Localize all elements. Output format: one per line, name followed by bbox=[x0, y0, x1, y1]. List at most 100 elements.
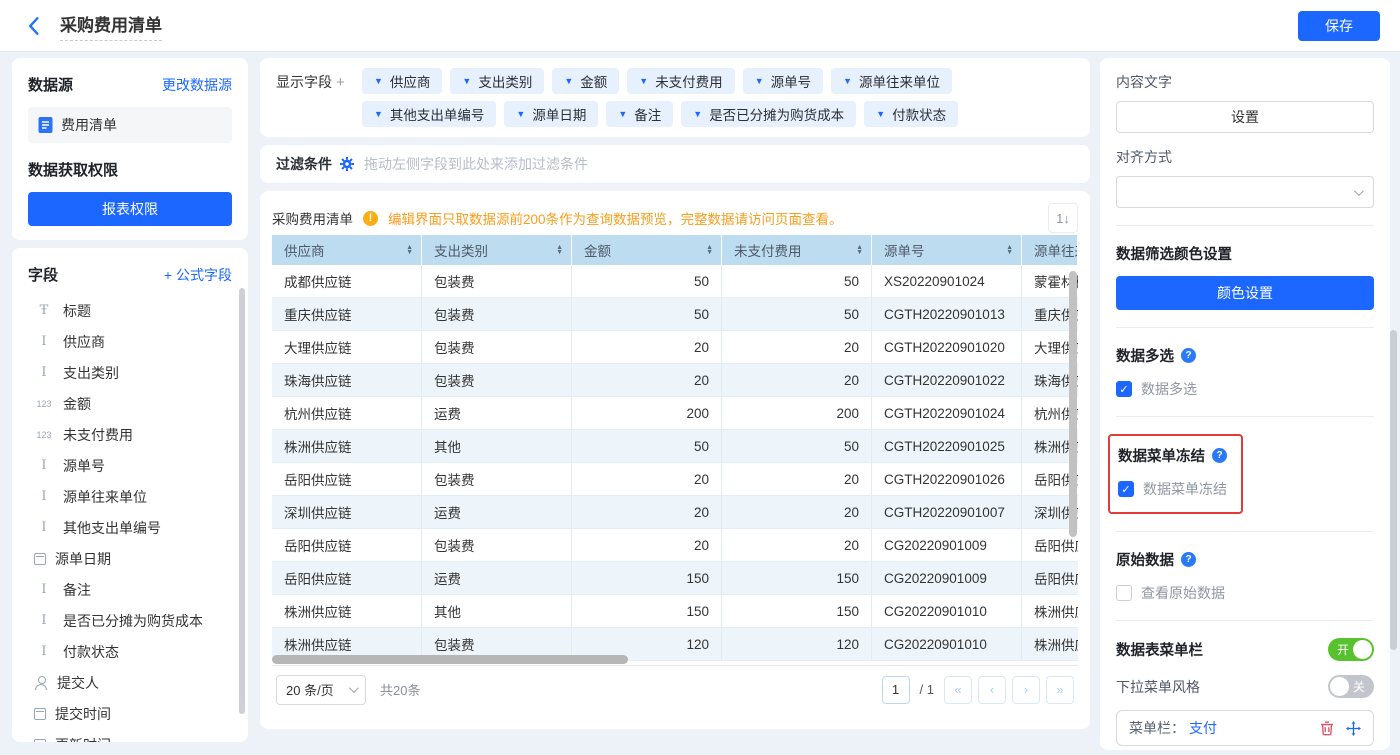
field-item[interactable]: 供应商 bbox=[28, 326, 232, 357]
prev-page-button[interactable]: ‹ bbox=[978, 675, 1006, 704]
title-icon bbox=[34, 303, 54, 318]
sort-icon[interactable]: ▲ ▼ bbox=[706, 244, 713, 256]
caret-down-icon: ▼ bbox=[564, 76, 574, 86]
datasource-item[interactable]: 费用清单 bbox=[28, 107, 232, 143]
back-icon[interactable] bbox=[20, 13, 46, 39]
table-row[interactable]: 岳阳供应链运费150150CG20220901009岳阳供应链 bbox=[272, 562, 1078, 595]
page-size-select[interactable]: 20 条/页 bbox=[276, 674, 366, 705]
field-item-label: 付款状态 bbox=[63, 643, 119, 660]
field-item[interactable]: 提交时间 bbox=[28, 698, 232, 729]
display-field-chip[interactable]: ▼ 支出类别 bbox=[450, 68, 545, 94]
table-cell: 20 bbox=[572, 463, 722, 496]
save-button[interactable]: 保存 bbox=[1298, 10, 1380, 41]
display-field-chip[interactable]: ▼ 供应商 bbox=[362, 68, 443, 94]
table-row[interactable]: 株洲供应链其他150150CG20220901010株洲供应链 bbox=[272, 595, 1078, 628]
table-cell: 包装费 bbox=[422, 331, 572, 364]
table-cell: 株洲供应链 bbox=[272, 595, 422, 628]
table-row[interactable]: 珠海供应链包装费2020CGTH20220901022珠海供应链 bbox=[272, 364, 1078, 397]
add-formula-field-link[interactable]: + 公式字段 bbox=[164, 265, 232, 285]
move-icon[interactable] bbox=[1346, 720, 1361, 736]
caret-down-icon: ▼ bbox=[374, 109, 383, 119]
report-permission-button[interactable]: 报表权限 bbox=[28, 192, 232, 226]
column-header[interactable]: 未支付费用 ▲ ▼ bbox=[722, 235, 872, 265]
display-field-chip[interactable]: ▼ 付款状态 bbox=[864, 101, 959, 127]
sort-icon[interactable]: ▲ ▼ bbox=[556, 244, 563, 256]
table-row[interactable]: 大理供应链包装费2020CGTH20220901020大理供应链 bbox=[272, 331, 1078, 364]
content-text-settings-button[interactable]: 设置 bbox=[1116, 101, 1374, 133]
table-row[interactable]: 株洲供应链其他5050CGTH20220901025株洲供应链 bbox=[272, 430, 1078, 463]
column-header[interactable]: 金额 ▲ ▼ bbox=[572, 235, 722, 265]
change-datasource-link[interactable]: 更改数据源 bbox=[162, 75, 232, 95]
table-horizontal-scrollbar[interactable] bbox=[272, 655, 628, 664]
fields-scrollbar[interactable] bbox=[239, 288, 245, 714]
document-icon bbox=[38, 117, 53, 133]
dropdown-style-toggle[interactable]: 关 bbox=[1328, 675, 1374, 698]
field-item[interactable]: 未支付费用 bbox=[28, 419, 232, 450]
table-row[interactable]: 杭州供应链运费200200CGTH20220901024杭州供应链 bbox=[272, 397, 1078, 430]
table-row[interactable]: 岳阳供应链包装费2020CG20220901009岳阳供应链 bbox=[272, 529, 1078, 562]
trash-icon[interactable] bbox=[1320, 721, 1334, 736]
number-icon bbox=[34, 399, 54, 409]
content-text-label: 内容文字 bbox=[1116, 74, 1172, 90]
help-icon[interactable]: ? bbox=[1212, 448, 1227, 463]
display-field-chip[interactable]: ▼ 其他支出单编号 bbox=[362, 101, 497, 127]
display-field-chip[interactable]: ▼ 是否已分摊为购货成本 bbox=[681, 101, 857, 127]
field-item[interactable]: 支出类别 bbox=[28, 357, 232, 388]
sort-icon[interactable]: ▲ ▼ bbox=[856, 244, 863, 256]
display-field-chip[interactable]: ▼ 源单号 bbox=[742, 68, 824, 94]
sort-icon[interactable]: ▲ ▼ bbox=[406, 244, 413, 256]
field-item[interactable]: 备注 bbox=[28, 574, 232, 605]
freeze-checkbox[interactable]: ✓ bbox=[1118, 481, 1134, 497]
table-row[interactable]: 深圳供应链运费2020CGTH20220901007深圳供应链 bbox=[272, 496, 1078, 529]
sort-icon[interactable]: ▲ ▼ bbox=[1006, 244, 1013, 256]
display-field-chip[interactable]: ▼ 源单往来单位 bbox=[831, 68, 953, 94]
align-select[interactable] bbox=[1116, 176, 1374, 208]
page-number-input[interactable]: 1 bbox=[881, 675, 910, 704]
text-icon bbox=[34, 644, 54, 659]
column-header[interactable]: 供应商 ▲ ▼ bbox=[272, 235, 422, 265]
display-field-chip[interactable]: ▼ 源单日期 bbox=[504, 101, 599, 127]
field-item[interactable]: 标题 bbox=[28, 295, 232, 326]
report-designer-page: 采购费用清单 保存 数据源 更改数据源 费用清单 数据获取权限 报表权限 字段 … bbox=[0, 0, 1400, 755]
table-row[interactable]: 成都供应链包装费5050XS20220901024蒙霍材料 bbox=[272, 265, 1078, 298]
column-header[interactable]: 源单往来单位 bbox=[1022, 235, 1078, 265]
field-item[interactable]: 源单日期 bbox=[28, 543, 232, 574]
caret-down-icon: ▼ bbox=[693, 109, 703, 119]
next-page-button[interactable]: › bbox=[1012, 675, 1040, 704]
help-icon[interactable]: ? bbox=[1181, 552, 1196, 567]
fields-title: 字段 bbox=[28, 267, 59, 284]
help-icon[interactable]: ? bbox=[1181, 348, 1196, 363]
field-item[interactable]: 付款状态 bbox=[28, 636, 232, 667]
menu-item[interactable]: 菜单栏： 支付 bbox=[1116, 710, 1374, 746]
sort-order-icon[interactable]: 1↓ bbox=[1048, 203, 1078, 233]
field-item[interactable]: 源单号 bbox=[28, 450, 232, 481]
display-field-chip[interactable]: ▼ 备注 bbox=[606, 101, 674, 127]
last-page-button[interactable]: » bbox=[1046, 675, 1074, 704]
add-display-field-icon[interactable]: + bbox=[336, 74, 345, 91]
table-cell: 包装费 bbox=[422, 298, 572, 331]
field-item[interactable]: 提交人 bbox=[28, 667, 232, 698]
table-row[interactable]: 岳阳供应链包装费2020CGTH20220901026岳阳供应链 bbox=[272, 463, 1078, 496]
text-icon bbox=[34, 613, 54, 628]
field-list: 标题供应商支出类别金额未支付费用源单号源单往来单位其他支出单编号源单日期备注是否… bbox=[28, 295, 232, 742]
table-row[interactable]: 重庆供应链包装费5050CGTH20220901013重庆供应链 bbox=[272, 298, 1078, 331]
column-header[interactable]: 支出类别 ▲ ▼ bbox=[422, 235, 572, 265]
field-item[interactable]: 是否已分摊为购货成本 bbox=[28, 605, 232, 636]
menubar-toggle[interactable]: 开 bbox=[1328, 638, 1374, 661]
raw-data-checkbox[interactable] bbox=[1116, 585, 1132, 601]
field-item[interactable]: 源单往来单位 bbox=[28, 481, 232, 512]
page-scrollbar[interactable] bbox=[1390, 330, 1397, 650]
table-vertical-scrollbar[interactable] bbox=[1069, 271, 1077, 537]
display-field-chip[interactable]: ▼ 金额 bbox=[552, 68, 620, 94]
field-item[interactable]: 更新时间 bbox=[28, 729, 232, 742]
field-item[interactable]: 其他支出单编号 bbox=[28, 512, 232, 543]
chip-label: 金额 bbox=[580, 75, 608, 90]
column-header[interactable]: 源单号 ▲ ▼ bbox=[872, 235, 1022, 265]
gear-icon[interactable] bbox=[340, 157, 354, 171]
first-page-button[interactable]: « bbox=[944, 675, 972, 704]
field-item[interactable]: 金额 bbox=[28, 388, 232, 419]
multiselect-checkbox[interactable]: ✓ bbox=[1116, 381, 1132, 397]
color-settings-button[interactable]: 颜色设置 bbox=[1116, 276, 1374, 310]
table-cell: 20 bbox=[722, 364, 872, 397]
display-field-chip[interactable]: ▼ 未支付费用 bbox=[627, 68, 735, 94]
